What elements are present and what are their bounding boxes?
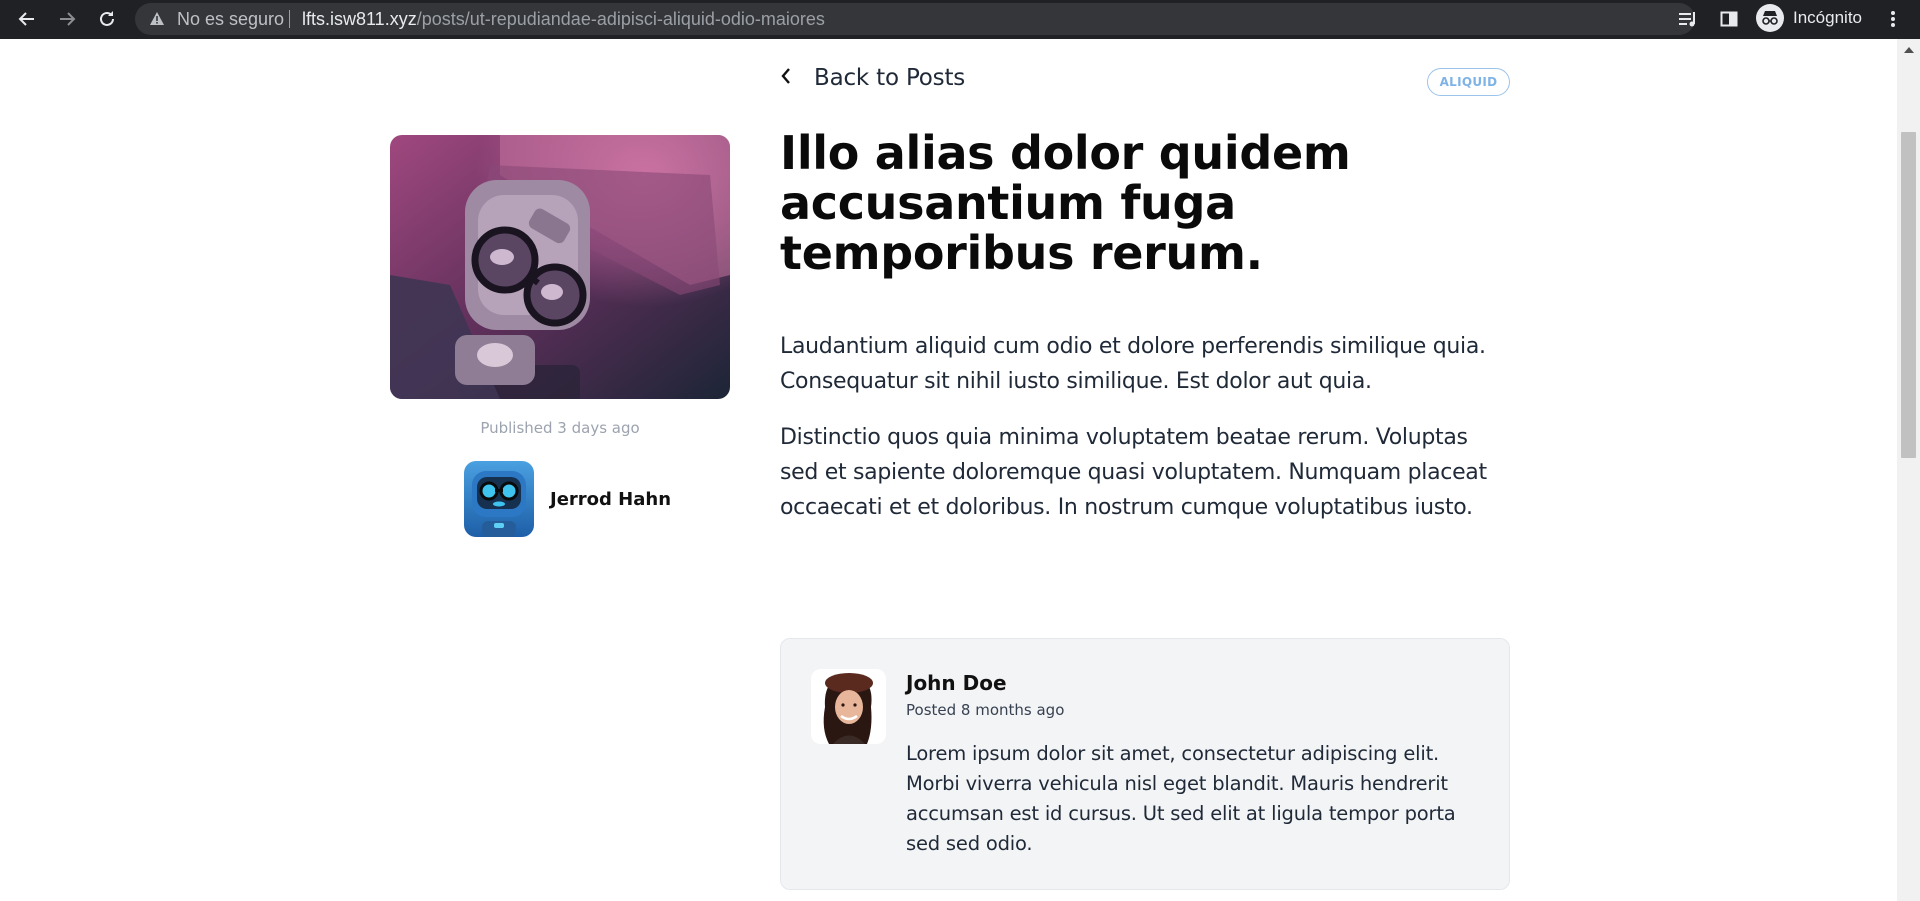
address-bar[interactable]: No es seguro lfts.isw811.xyz/posts/ut-re… [135,3,1783,35]
warning-icon [149,11,165,30]
comment-author: John Doe [906,671,1007,695]
published-date: Published 3 days ago [480,419,640,437]
incognito-profile-button[interactable]: Incógnito [1756,4,1862,32]
kebab-menu-icon[interactable] [1878,4,1908,34]
reading-list-icon[interactable] [1673,4,1703,34]
forward-arrow-icon[interactable] [52,4,82,34]
browser-toolbar: No es seguro lfts.isw811.xyz/posts/ut-re… [0,0,1920,39]
comment-card: John Doe Posted 8 months ago Lorem ipsum… [780,638,1510,890]
back-to-posts-link[interactable]: Back to Posts [780,65,965,91]
post-paragraph: Distinctio quos quia minima voluptatem b… [780,425,1487,520]
incognito-label: Incógnito [1793,8,1862,27]
url-path: /posts/ut-repudiandae-adipisci-aliquid-o… [416,9,825,29]
author-name[interactable]: Jerrod Hahn [550,489,671,510]
post-paragraph: Laudantium aliquid cum odio et dolore pe… [780,334,1486,394]
side-panel-icon[interactable] [1714,4,1744,34]
author-avatar [464,461,534,537]
page-scrollbar[interactable] [1897,39,1920,901]
author-block: Jerrod Hahn [464,461,671,537]
omnibox-divider [289,10,290,28]
comment-body: Lorem ipsum dolor sit amet, consectetur … [906,742,1456,855]
back-to-posts-label: Back to Posts [814,65,966,91]
category-badge[interactable]: ALIQUID [1427,68,1510,96]
security-label[interactable]: No es seguro [177,9,284,30]
url-host: lfts.isw811.xyz [302,9,417,29]
scroll-up-arrow-icon[interactable] [1904,47,1914,53]
comment-date: Posted 8 months ago [906,701,1065,719]
comment-avatar [811,669,886,744]
post-title: Illo alias dolor quidem accusantium fuga… [780,126,1351,280]
url-text[interactable]: lfts.isw811.xyz/posts/ut-repudiandae-adi… [302,9,825,30]
back-arrow-icon[interactable] [12,4,42,34]
post-thumbnail-image [390,135,730,399]
scroll-thumb[interactable] [1901,132,1916,458]
reload-icon[interactable] [92,4,122,34]
chevron-left-icon [780,67,792,89]
incognito-icon [1756,4,1784,32]
